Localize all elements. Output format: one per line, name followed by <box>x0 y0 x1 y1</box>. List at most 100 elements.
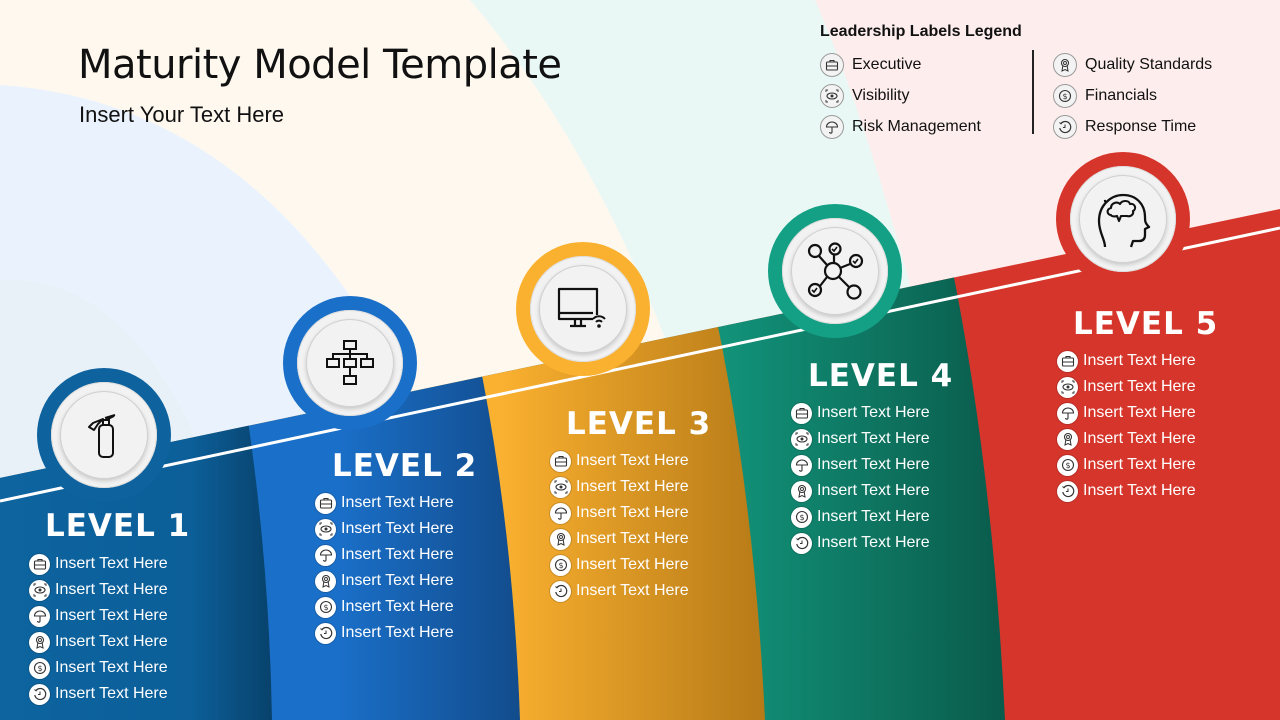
level3-title: LEVEL 3 <box>566 406 712 442</box>
svg-text:$: $ <box>558 561 563 570</box>
list-item: Insert Text Here <box>791 426 930 452</box>
list-item-text[interactable]: Insert Text Here <box>1083 482 1196 500</box>
umbrella-icon <box>315 544 336 566</box>
level3-items: Insert Text Here Insert Text Here Insert T… <box>550 448 689 604</box>
list-item: Insert Text Here <box>550 474 689 500</box>
list-item-text[interactable]: Insert Text Here <box>341 572 454 590</box>
list-item: Insert Text Here <box>315 516 454 542</box>
list-item-text[interactable]: Insert Text Here <box>817 430 930 448</box>
monitor-wifi-icon <box>539 265 627 353</box>
briefcase-icon <box>315 492 336 514</box>
level2-title: LEVEL 2 <box>332 448 478 484</box>
list-item: Insert Text Here <box>315 490 454 516</box>
level1-title: LEVEL 1 <box>45 508 191 544</box>
legend-item-financials: $ Financials <box>1053 80 1212 111</box>
list-item-text[interactable]: Insert Text Here <box>576 530 689 548</box>
hub-level5 <box>1056 152 1190 286</box>
list-item-text[interactable]: Insert Text Here <box>55 685 168 703</box>
list-item: Insert Text Here <box>550 448 689 474</box>
brain-head-icon <box>1079 175 1167 263</box>
list-item-text[interactable]: Insert Text Here <box>1083 352 1196 370</box>
list-item: $ Insert Text Here <box>791 504 930 530</box>
eye-target-icon <box>315 518 336 540</box>
umbrella-icon <box>1057 402 1078 424</box>
list-item: Insert Text Here <box>29 629 168 655</box>
briefcase-icon <box>550 450 571 472</box>
list-item-text[interactable]: Insert Text Here <box>817 534 930 552</box>
umbrella-icon <box>550 502 571 524</box>
list-item-text[interactable]: Insert Text Here <box>341 494 454 512</box>
list-item: $ Insert Text Here <box>29 655 168 681</box>
list-item-text[interactable]: Insert Text Here <box>55 581 168 599</box>
list-item-text[interactable]: Insert Text Here <box>341 546 454 564</box>
list-item: Insert Text Here <box>791 400 930 426</box>
list-item: Insert Text Here <box>29 577 168 603</box>
award-ribbon-icon <box>1053 52 1077 77</box>
level5-items: Insert Text Here Insert Text Here Insert T… <box>1057 348 1196 504</box>
list-item-text[interactable]: Insert Text Here <box>576 504 689 522</box>
list-item-text[interactable]: Insert Text Here <box>817 404 930 422</box>
list-item-text[interactable]: Insert Text Here <box>55 555 168 573</box>
svg-text:$: $ <box>323 603 328 612</box>
dollar-coin-icon: $ <box>1053 83 1077 108</box>
list-item-text[interactable]: Insert Text Here <box>576 478 689 496</box>
legend-title: Leadership Labels Legend <box>820 23 1022 40</box>
dollar-coin-icon: $ <box>791 506 812 528</box>
level4-title: LEVEL 4 <box>808 358 954 394</box>
org-chart-icon <box>306 319 394 407</box>
list-item-text[interactable]: Insert Text Here <box>817 482 930 500</box>
dollar-coin-icon: $ <box>29 657 50 679</box>
clock-refresh-icon <box>791 532 812 554</box>
hub-level1 <box>37 368 171 502</box>
briefcase-icon <box>1057 350 1078 372</box>
hub-level4 <box>768 204 902 338</box>
level4-items: Insert Text Here Insert Text Here Insert T… <box>791 400 930 556</box>
clock-refresh-icon <box>1057 480 1078 502</box>
umbrella-icon <box>791 454 812 476</box>
eye-target-icon <box>1057 376 1078 398</box>
list-item-text[interactable]: Insert Text Here <box>576 556 689 574</box>
list-item: Insert Text Here <box>550 526 689 552</box>
list-item: Insert Text Here <box>1057 478 1196 504</box>
award-ribbon-icon <box>1057 428 1078 450</box>
legend-item-risk-management: Risk Management <box>820 111 981 142</box>
list-item-text[interactable]: Insert Text Here <box>1083 456 1196 474</box>
legend-item-visibility: Visibility <box>820 80 981 111</box>
list-item-text[interactable]: Insert Text Here <box>55 659 168 677</box>
list-item-text[interactable]: Insert Text Here <box>55 633 168 651</box>
list-item: Insert Text Here <box>315 620 454 646</box>
hub-level3 <box>516 242 650 376</box>
award-ribbon-icon <box>29 631 50 653</box>
list-item: Insert Text Here <box>1057 426 1196 452</box>
list-item: Insert Text Here <box>315 542 454 568</box>
dollar-coin-icon: $ <box>550 554 571 576</box>
list-item-text[interactable]: Insert Text Here <box>1083 378 1196 396</box>
list-item: $ Insert Text Here <box>550 552 689 578</box>
legend-item-quality-standards: Quality Standards <box>1053 49 1212 80</box>
list-item: Insert Text Here <box>1057 400 1196 426</box>
clock-refresh-icon <box>315 622 336 644</box>
list-item: Insert Text Here <box>550 578 689 604</box>
list-item-text[interactable]: Insert Text Here <box>55 607 168 625</box>
list-item-text[interactable]: Insert Text Here <box>341 520 454 538</box>
list-item-text[interactable]: Insert Text Here <box>576 582 689 600</box>
list-item: $ Insert Text Here <box>315 594 454 620</box>
list-item-text[interactable]: Insert Text Here <box>576 452 689 470</box>
list-item-text[interactable]: Insert Text Here <box>817 508 930 526</box>
list-item: Insert Text Here <box>29 603 168 629</box>
legend-item-executive: Executive <box>820 49 981 80</box>
list-item-text[interactable]: Insert Text Here <box>341 598 454 616</box>
list-item: Insert Text Here <box>791 452 930 478</box>
eye-target-icon <box>29 579 50 601</box>
list-item-text[interactable]: Insert Text Here <box>1083 430 1196 448</box>
briefcase-icon <box>29 553 50 575</box>
svg-text:$: $ <box>37 664 42 673</box>
award-ribbon-icon <box>550 528 571 550</box>
slide-title: Maturity Model Template <box>78 42 562 88</box>
list-item-text[interactable]: Insert Text Here <box>817 456 930 474</box>
clock-refresh-icon <box>550 580 571 602</box>
list-item-text[interactable]: Insert Text Here <box>1083 404 1196 422</box>
list-item-text[interactable]: Insert Text Here <box>341 624 454 642</box>
legend-item-response-time: Response Time <box>1053 111 1212 142</box>
eye-target-icon <box>820 83 844 108</box>
